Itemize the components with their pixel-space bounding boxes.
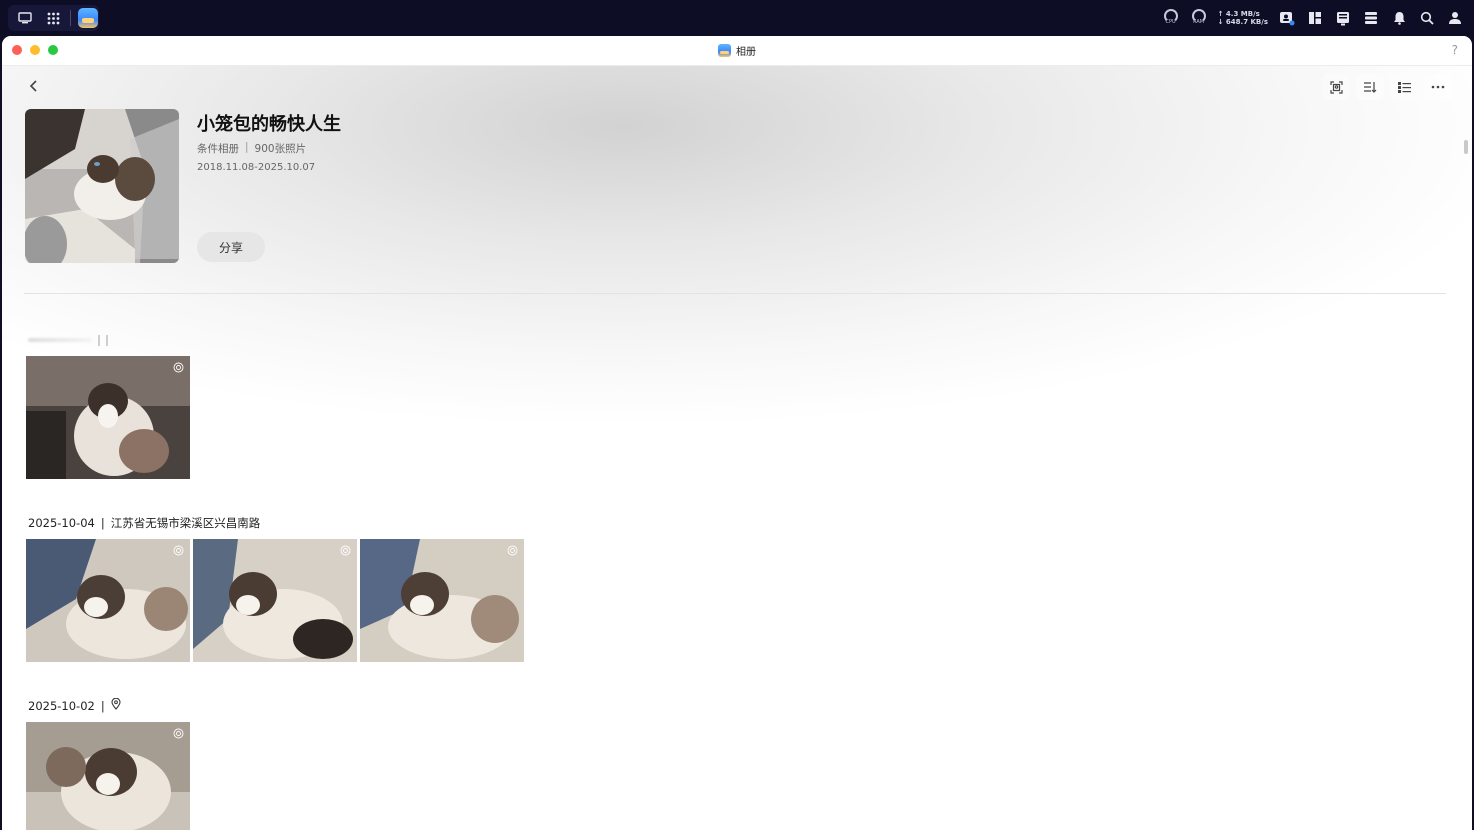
album-toolbar bbox=[1322, 74, 1452, 100]
live-photo-icon bbox=[173, 728, 184, 739]
server-icon[interactable] bbox=[1362, 9, 1380, 27]
photos-app-icon[interactable] bbox=[77, 7, 99, 29]
net-upload: ↑ 4.3 MB/s bbox=[1217, 10, 1260, 18]
system-tray: CPU RAM ↑ 4.3 MB/s ↓ 648.7 KB/s bbox=[1162, 6, 1464, 30]
section-header: 2025-10-04 | 江苏省无锡市梁溪区兴昌南路 bbox=[28, 515, 260, 531]
section-date: 2025-10-02 bbox=[28, 698, 95, 713]
window-titlebar: 相册 ? bbox=[2, 36, 1472, 66]
window-title: 相册 bbox=[2, 43, 1472, 58]
live-photo-icon bbox=[173, 362, 184, 373]
photos-window: 相册 ? 小笼包的畅快人生 条件相册 | 900张照片 2018.11.08-2… bbox=[2, 36, 1472, 830]
help-icon[interactable]: ? bbox=[1452, 43, 1458, 57]
search-icon[interactable] bbox=[1418, 9, 1436, 27]
bell-icon[interactable] bbox=[1390, 9, 1408, 27]
account-icon[interactable] bbox=[1446, 9, 1464, 27]
photo-thumbnail[interactable] bbox=[26, 539, 190, 662]
face-scan-icon[interactable] bbox=[1322, 74, 1350, 100]
live-photo-icon bbox=[173, 545, 184, 556]
album-content: 小笼包的畅快人生 条件相册 | 900张照片 2018.11.08-2025.1… bbox=[2, 66, 1472, 830]
album-title: 小笼包的畅快人生 bbox=[197, 114, 341, 135]
taskbar-divider bbox=[70, 10, 71, 26]
section-header: 2025-10-02 | bbox=[28, 697, 121, 713]
section-separator: | bbox=[100, 516, 105, 530]
section-location[interactable]: 江苏省无锡市梁溪区兴昌南路 bbox=[111, 515, 261, 531]
cpu-gauge-icon[interactable]: CPU bbox=[1162, 9, 1180, 27]
section-separator: | bbox=[100, 698, 105, 713]
ram-gauge-icon[interactable]: RAM bbox=[1190, 9, 1208, 27]
more-icon[interactable] bbox=[1424, 74, 1452, 100]
meta-separator: | bbox=[245, 141, 249, 153]
network-speed[interactable]: ↑ 4.3 MB/s ↓ 648.7 KB/s bbox=[1218, 10, 1268, 26]
live-photo-icon bbox=[340, 545, 351, 556]
header-divider bbox=[24, 293, 1446, 294]
widgets-icon[interactable] bbox=[1306, 9, 1324, 27]
album-date-range: 2018.11.08-2025.10.07 bbox=[197, 162, 316, 173]
share-button[interactable]: 分享 bbox=[197, 232, 265, 262]
desktop-icon[interactable] bbox=[14, 7, 36, 29]
system-taskbar: CPU RAM ↑ 4.3 MB/s ↓ 648.7 KB/s bbox=[0, 0, 1474, 35]
back-button[interactable] bbox=[26, 78, 42, 94]
photo-thumbnail[interactable] bbox=[26, 356, 190, 479]
section-header-blurred bbox=[28, 334, 120, 346]
album-cover-image[interactable] bbox=[25, 109, 179, 263]
album-photo-count: 900张照片 bbox=[254, 143, 307, 155]
photos-app-icon bbox=[718, 44, 731, 57]
album-meta: 条件相册 | 900张照片 bbox=[197, 141, 306, 156]
monitor-icon[interactable] bbox=[1334, 9, 1352, 27]
app-grid-icon[interactable] bbox=[42, 7, 64, 29]
taskbar-launcher bbox=[8, 5, 99, 31]
list-view-icon[interactable] bbox=[1390, 74, 1418, 100]
photo-thumbnail[interactable] bbox=[26, 722, 190, 830]
sort-icon[interactable] bbox=[1356, 74, 1384, 100]
photo-thumbnail[interactable] bbox=[193, 539, 357, 662]
location-pin-icon[interactable] bbox=[111, 697, 121, 713]
photo-thumbnail[interactable] bbox=[360, 539, 524, 662]
live-photo-icon bbox=[507, 545, 518, 556]
window-title-text: 相册 bbox=[736, 47, 756, 58]
cpu-label: CPU bbox=[1165, 19, 1176, 25]
net-download: ↓ 648.7 KB/s bbox=[1217, 18, 1268, 26]
scrollbar-thumb[interactable] bbox=[1464, 140, 1468, 154]
ram-label: RAM bbox=[1193, 19, 1205, 25]
user-badge-icon[interactable] bbox=[1278, 9, 1296, 27]
album-type: 条件相册 bbox=[197, 143, 239, 155]
section-date: 2025-10-04 bbox=[28, 516, 95, 530]
